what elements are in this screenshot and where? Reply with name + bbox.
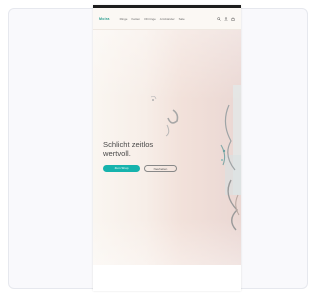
nav-link-bracelets[interactable]: Armbänder bbox=[160, 17, 175, 21]
brand-logo[interactable]: Moira bbox=[99, 17, 110, 21]
nav-link-sale[interactable]: Sale bbox=[179, 17, 185, 21]
user-icon[interactable] bbox=[224, 16, 228, 21]
nav-links: Ringe Ketten Ohrringe Armbänder Sale bbox=[120, 17, 217, 21]
top-navigation: Moira Ringe Ketten Ohrringe Armbänder Sa… bbox=[93, 8, 241, 30]
search-icon[interactable] bbox=[217, 16, 221, 21]
new-arrivals-button[interactable]: Neuheiten bbox=[144, 165, 177, 172]
nav-icons bbox=[217, 16, 235, 21]
nav-link-earrings[interactable]: Ohrringe bbox=[144, 17, 156, 21]
bag-icon[interactable] bbox=[231, 16, 235, 21]
shop-now-button[interactable]: Zum Shop bbox=[103, 165, 140, 172]
nav-link-necklaces[interactable]: Ketten bbox=[131, 17, 140, 21]
mobile-preview: Moira Ringe Ketten Ohrringe Armbänder Sa… bbox=[93, 5, 241, 291]
nav-link-rings[interactable]: Ringe bbox=[120, 17, 128, 21]
content-below-hero bbox=[93, 265, 241, 291]
hero-headline: Schlicht zeitlos wertvoll. bbox=[103, 140, 154, 158]
